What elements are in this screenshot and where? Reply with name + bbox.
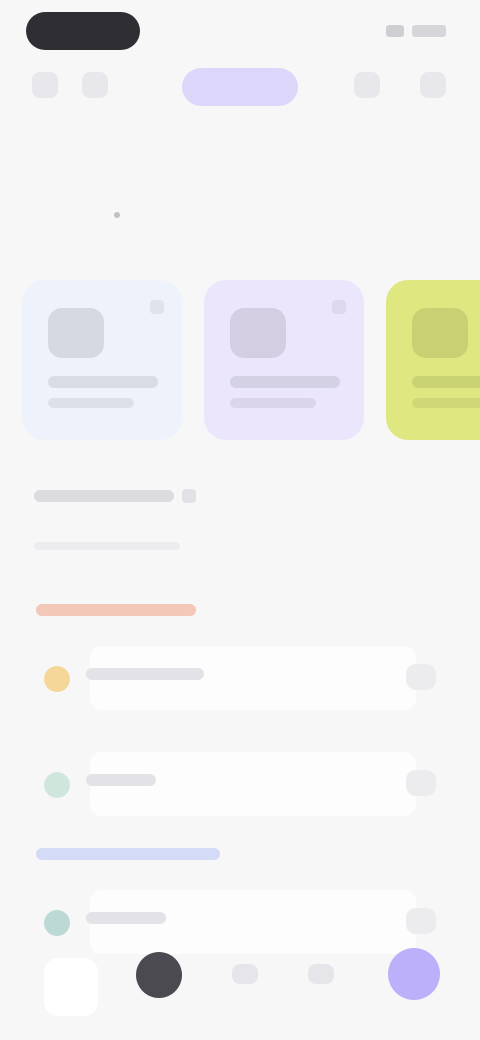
card-title: [48, 376, 158, 388]
list-item[interactable]: [30, 752, 450, 816]
title-row: [28, 130, 448, 174]
card-carousel[interactable]: [22, 280, 480, 450]
category-icon: [44, 772, 70, 798]
summary-card[interactable]: [22, 280, 182, 440]
more-icon[interactable]: [332, 300, 346, 314]
card-subtitle: [230, 398, 316, 408]
list-item[interactable]: [30, 646, 450, 710]
tab-item[interactable]: [44, 958, 98, 1016]
list-item-label: [86, 912, 166, 924]
list-item-action[interactable]: [406, 770, 436, 796]
tab-bar: [0, 940, 480, 1040]
calendar-icon[interactable]: [82, 72, 108, 98]
category-icon: [44, 910, 70, 936]
list-item-action[interactable]: [406, 664, 436, 690]
list-item-label: [86, 668, 204, 680]
profile-tab[interactable]: [308, 964, 334, 984]
category-tag: [36, 848, 220, 860]
home-tab[interactable]: [136, 952, 182, 998]
card-title: [230, 376, 340, 388]
menu-icon[interactable]: [32, 72, 58, 98]
dynamic-island: [26, 12, 140, 50]
segment-pill[interactable]: [182, 68, 298, 106]
signal-icon: [386, 25, 404, 37]
category-tag: [36, 604, 196, 616]
battery-icon: [412, 25, 446, 37]
date-cell[interactable]: [97, 204, 137, 218]
stats-tab[interactable]: [232, 964, 258, 984]
card-avatar: [48, 308, 104, 358]
chevron-icon[interactable]: [182, 489, 196, 503]
more-icon[interactable]: [150, 300, 164, 314]
list-item-label: [86, 774, 156, 786]
add-button[interactable]: [388, 948, 440, 1000]
list-item-action[interactable]: [406, 908, 436, 934]
section-subtitle: [34, 542, 180, 550]
card-avatar: [230, 308, 286, 358]
search-icon[interactable]: [354, 72, 380, 98]
card-subtitle: [48, 398, 134, 408]
card-title: [412, 376, 480, 388]
category-icon: [44, 666, 70, 692]
section-header: [34, 486, 434, 550]
header: [0, 62, 480, 110]
section-title: [34, 490, 174, 502]
summary-card[interactable]: [204, 280, 364, 440]
status-bar: [0, 0, 480, 64]
card-avatar: [412, 308, 468, 358]
date-strip: [34, 204, 454, 252]
summary-card[interactable]: [386, 280, 480, 440]
bell-icon[interactable]: [420, 72, 446, 98]
selected-dot-icon: [114, 212, 121, 218]
card-subtitle: [412, 398, 480, 408]
status-icons: [386, 20, 446, 42]
